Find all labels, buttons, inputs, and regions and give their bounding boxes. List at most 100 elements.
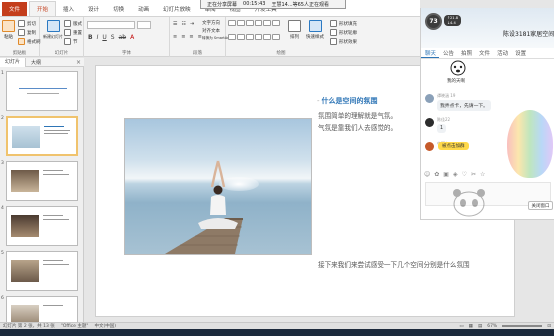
zoom-level[interactable]: 67% <box>487 324 497 329</box>
tab-slides[interactable]: 幻灯片 <box>0 57 27 67</box>
close-window-button[interactable]: 关闭窗口 <box>528 201 553 210</box>
shape-icon <box>228 20 236 26</box>
network-badge[interactable]: 73 <box>425 13 442 30</box>
shape-outline-button[interactable]: 形状轮廓 <box>330 29 357 36</box>
flower-icon[interactable]: ✿ <box>434 171 439 178</box>
tab-insert[interactable]: 插入 <box>56 5 81 16</box>
slide-thumbnail[interactable] <box>6 296 78 322</box>
italic-icon[interactable]: I <box>97 34 99 41</box>
fit-slide-icon[interactable]: ⊡ <box>547 324 551 329</box>
shape-effects-button[interactable]: 形状效果 <box>330 38 357 45</box>
font-group: BIU Sab A 字体 <box>84 17 170 57</box>
layout-button[interactable]: 版式 <box>64 20 82 27</box>
paste-button[interactable]: 粘贴 <box>2 20 15 40</box>
tab-notice[interactable]: 公告 <box>439 49 457 57</box>
tab-photo[interactable]: 拍照 <box>457 49 475 57</box>
indent-icon[interactable]: ⇥ <box>190 21 194 27</box>
emoji-icon[interactable]: ☺ <box>424 171 430 178</box>
avatar[interactable] <box>425 118 434 127</box>
font-format-icons: BIU Sab A <box>88 34 134 41</box>
sorter-view-icon[interactable]: ▦ <box>469 324 473 329</box>
yoga-photo[interactable] <box>124 118 312 255</box>
message-text: 我弄点卡，先请一下。 <box>437 100 491 111</box>
strikethrough-icon[interactable]: ab <box>119 34 127 41</box>
slide-thumbnail-row[interactable]: 5 <box>0 249 83 293</box>
reset-button[interactable]: 重置 <box>64 29 82 36</box>
shapes-gallery[interactable] <box>228 20 280 46</box>
slide-thumbnail[interactable] <box>6 71 78 111</box>
copy-button[interactable]: 复制 <box>18 29 36 36</box>
slide-thumbnail-row[interactable]: 1 <box>0 69 83 113</box>
text-direction-button[interactable]: 文字方向 <box>202 20 220 26</box>
format-painter-button[interactable]: 格式刷 <box>18 38 41 45</box>
net-up: 21.8 <box>450 16 459 20</box>
tab-activity[interactable]: 活动 <box>493 49 511 57</box>
tab-settings[interactable]: 设置 <box>511 49 529 57</box>
reading-view-icon[interactable]: ▤ <box>478 324 482 329</box>
shape-fill-button[interactable]: 形状填充 <box>330 20 357 27</box>
slide-body-text[interactable]: 氛围简单的理解就是气氛。 气氛是靠我们人去感觉的。 <box>318 110 397 134</box>
tab-file[interactable]: 文件 <box>2 2 28 16</box>
slide-thumbnail-row[interactable]: 4 <box>0 204 83 248</box>
thumb-photo <box>11 260 39 282</box>
tab-home[interactable]: 开始 <box>29 1 57 16</box>
slide-thumbnail-row[interactable]: 3 <box>0 159 83 203</box>
slide-title[interactable]: - 什么是空间的氛围 <box>317 96 378 106</box>
close-icon[interactable]: × <box>76 59 81 66</box>
ribbon: 粘贴 剪切 复制 格式刷 剪贴板 新建幻灯片 版式 重置 节 幻灯片 BIU S… <box>0 17 420 57</box>
tab-slideshow[interactable]: 幻灯片放映 <box>156 5 198 16</box>
section-button[interactable]: 节 <box>64 38 78 45</box>
underline-icon[interactable]: U <box>102 34 106 41</box>
arrange-button[interactable]: 排列 <box>288 20 301 40</box>
cut-button[interactable]: 剪切 <box>18 20 36 27</box>
align-right-icon[interactable]: ≡ <box>189 34 193 40</box>
gift-icon[interactable]: ◈ <box>453 171 458 178</box>
tab-chat[interactable]: 聊天 <box>421 49 440 58</box>
message-text: 1 <box>437 124 447 133</box>
chat-header: 73 ↑21.8 ↓4.4 陈设3181家居空间 <box>421 8 554 48</box>
like-icon[interactable]: ☆ <box>480 171 485 178</box>
align-left-icon[interactable]: ≡ <box>173 34 177 40</box>
align-text-button[interactable]: 对齐文本 <box>202 28 220 34</box>
slide-number: 6 <box>1 296 4 301</box>
thumb-title-line <box>19 88 67 89</box>
quick-styles-button[interactable]: 快速样式 <box>306 20 324 40</box>
shape-icon <box>245 33 254 40</box>
tab-design[interactable]: 设计 <box>81 5 106 16</box>
shape-icon <box>254 33 263 40</box>
thumb-photo <box>12 126 40 148</box>
bold-icon[interactable]: B <box>88 34 93 41</box>
font-name-dropdown[interactable] <box>87 21 135 29</box>
tab-animations[interactable]: 动画 <box>131 5 156 16</box>
slide-thumbnail-row[interactable]: 6 <box>0 294 83 322</box>
brush-icon <box>18 38 25 45</box>
slide-thumbnail[interactable] <box>6 161 78 201</box>
slides-group-label: 幻灯片 <box>54 51 69 56</box>
slide-thumbnail[interactable] <box>6 251 78 291</box>
join-group-tooltip[interactable]: 被点击加群 <box>438 142 469 150</box>
slide-bottom-text[interactable]: 接下来我们来尝试感受一下几个空间分别是什么氛围 <box>318 259 470 269</box>
numbering-icon[interactable]: ☷ <box>181 21 185 27</box>
tab-outline[interactable]: 大纲 <box>26 59 46 66</box>
normal-view-icon[interactable]: ▭ <box>459 324 463 329</box>
tab-files[interactable]: 文件 <box>475 49 493 57</box>
heart-icon[interactable]: ♡ <box>462 171 467 178</box>
slide-thumbnail-row[interactable]: 2 <box>0 114 83 158</box>
reset-icon <box>64 29 71 36</box>
avatar[interactable] <box>425 94 434 103</box>
slide-thumbnail-selected[interactable] <box>6 116 78 156</box>
panda-decoration <box>453 189 485 217</box>
tab-transitions[interactable]: 切换 <box>106 5 131 16</box>
shadow-icon[interactable]: S <box>111 34 115 41</box>
zoom-slider[interactable] <box>502 325 543 327</box>
align-center-icon[interactable]: ≡ <box>181 34 185 40</box>
screenshot-icon[interactable]: ✂ <box>471 171 476 178</box>
slide-thumbnail[interactable] <box>6 206 78 246</box>
font-color-icon[interactable]: A <box>130 34 134 41</box>
image-icon[interactable]: ▣ <box>443 171 449 178</box>
font-size-dropdown[interactable] <box>137 21 151 29</box>
bullets-icon[interactable]: ☰ <box>173 21 177 27</box>
new-slide-button[interactable]: 新建幻灯片 <box>43 20 63 40</box>
avatar[interactable] <box>425 142 434 151</box>
shape-icon <box>254 20 263 26</box>
